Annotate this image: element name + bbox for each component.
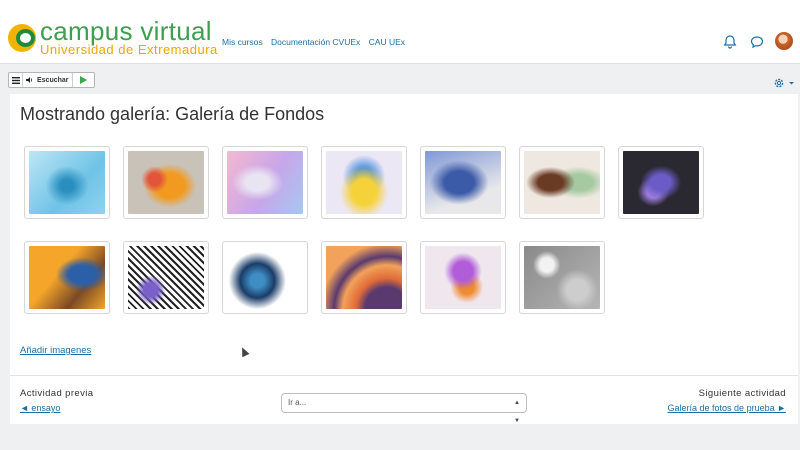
gallery-thumbnail[interactable] — [519, 241, 605, 314]
gallery-thumbnail[interactable] — [123, 241, 209, 314]
gallery-image — [29, 246, 105, 309]
gallery-image — [623, 151, 699, 214]
hamburger-icon[interactable] — [9, 73, 23, 87]
next-activity-link[interactable]: Galería de fotos de prueba ► — [668, 403, 786, 413]
gallery-image — [524, 151, 600, 214]
gallery-thumbnail[interactable] — [618, 146, 704, 219]
read-aloud-widget: Escuchar — [8, 72, 95, 88]
nav-links: Mis cursos Documentación CVUEx CAU UEx — [222, 37, 411, 47]
gallery-thumbnail[interactable] — [321, 146, 407, 219]
gallery-thumbnail[interactable] — [519, 146, 605, 219]
gallery-thumbnail[interactable] — [24, 146, 110, 219]
gallery-thumbnail[interactable] — [222, 146, 308, 219]
avatar[interactable] — [775, 32, 793, 50]
previous-activity-link[interactable]: ◄ ensayo — [20, 403, 60, 413]
brand-subtitle[interactable]: Universidad de Extremadura — [40, 43, 218, 57]
divider — [10, 375, 798, 376]
gallery-image — [128, 246, 204, 309]
previous-activity-label: Actividad previa — [20, 388, 94, 399]
gallery-image — [227, 151, 303, 214]
jump-to-placeholder: Ir a... — [288, 398, 307, 407]
jump-to-select[interactable]: Ir a... ▲ ▼ — [281, 393, 527, 424]
gallery-image — [29, 151, 105, 214]
gallery-thumbnail[interactable] — [222, 241, 308, 314]
listen-button[interactable]: Escuchar — [23, 73, 73, 87]
brand-title[interactable]: campus virtual — [40, 18, 212, 44]
gallery-thumbnail[interactable] — [24, 241, 110, 314]
gallery-image — [425, 246, 501, 309]
listen-label: Escuchar — [37, 76, 69, 84]
page-title: Mostrando galería: Galería de Fondos — [20, 104, 325, 124]
gallery-thumbnail[interactable] — [420, 241, 506, 314]
select-caret-icon: ▲ ▼ — [514, 400, 520, 424]
gallery-thumbnail[interactable] — [420, 146, 506, 219]
play-icon[interactable] — [73, 73, 94, 87]
gallery-thumbnail[interactable] — [321, 241, 407, 314]
chat-bubble-icon[interactable] — [749, 34, 765, 50]
nav-link-mis-cursos[interactable]: Mis cursos — [222, 37, 263, 47]
top-navbar: campus virtual Universidad de Extremadur… — [0, 0, 800, 64]
gallery-image — [524, 246, 600, 309]
speaker-icon — [26, 77, 32, 83]
nav-link-documentacion[interactable]: Documentación CVUEx — [271, 37, 360, 47]
gallery-image — [227, 246, 303, 309]
gear-icon[interactable] — [772, 76, 796, 90]
gallery-image — [128, 151, 204, 214]
gallery-image — [326, 151, 402, 214]
gallery-image — [326, 246, 402, 309]
gallery-thumbnail[interactable] — [123, 146, 209, 219]
nav-link-cau[interactable]: CAU UEx — [369, 37, 405, 47]
bell-icon[interactable] — [722, 34, 738, 50]
add-images-link[interactable]: Añadir imagenes — [20, 345, 91, 356]
reader-toolbar-strip: Escuchar — [0, 65, 800, 95]
next-activity-label: Siguiente actividad — [698, 388, 786, 399]
campus-logo-icon[interactable] — [8, 24, 36, 52]
gallery-image — [425, 151, 501, 214]
